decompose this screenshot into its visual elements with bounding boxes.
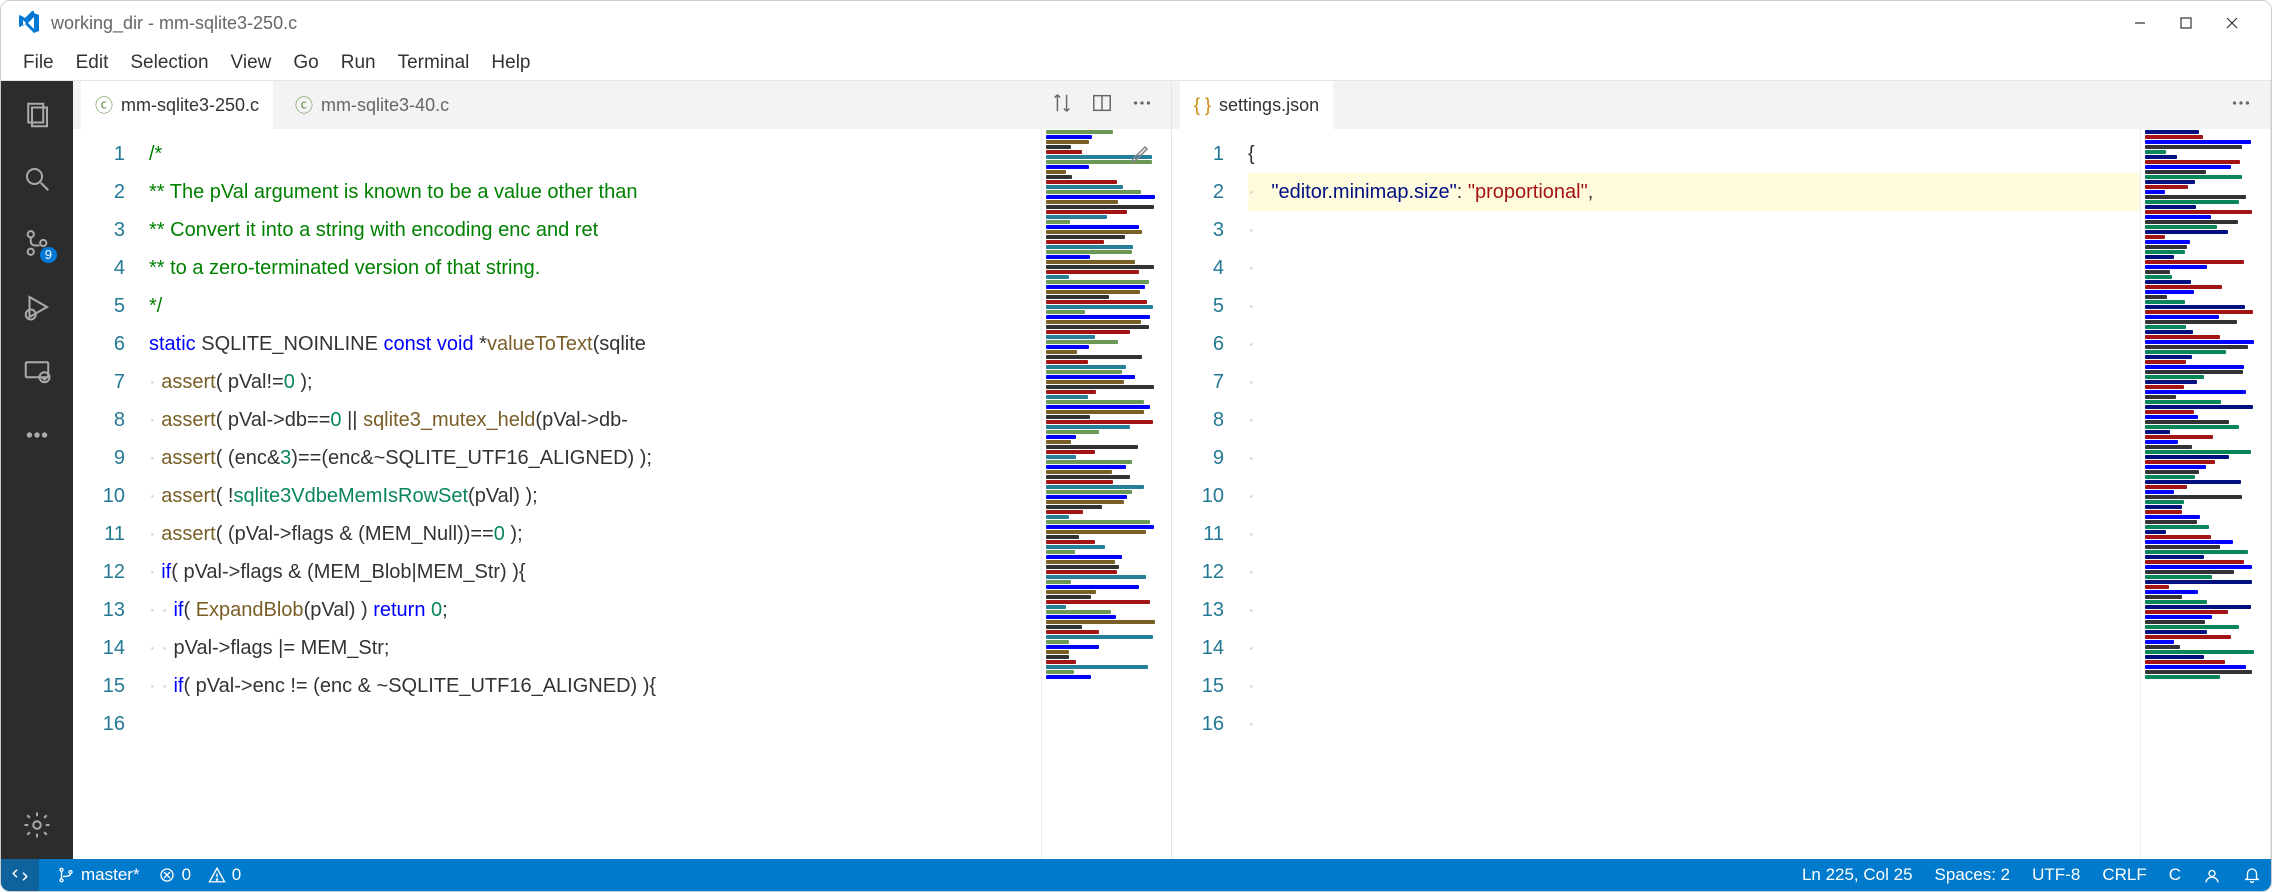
scm-badge: 9 (40, 247, 57, 263)
tab-label: mm-sqlite3-250.c (121, 95, 259, 116)
statusbar: master* 0 0 Ln 225, Col 25 Spaces: 2 UTF… (1, 859, 2271, 891)
c-file-icon: ⓒ (295, 92, 313, 118)
split-editor-icon[interactable] (1091, 92, 1113, 119)
vscode-logo-icon (17, 11, 41, 35)
problems-indicator[interactable]: 0 0 (158, 865, 242, 885)
main: 9 ⓒ mm-sqlite3-250.c ⓒ mm-sqlite3-4 (1, 81, 2271, 859)
search-icon[interactable] (15, 157, 59, 201)
indent-indicator[interactable]: Spaces: 2 (1935, 865, 2011, 885)
eol-indicator[interactable]: CRLF (2102, 865, 2146, 885)
maximize-button[interactable] (2163, 8, 2209, 38)
tab-mm-sqlite3-250[interactable]: ⓒ mm-sqlite3-250.c (81, 81, 273, 129)
remote-indicator[interactable] (1, 859, 39, 891)
code-editor-2[interactable]: 12345678910111213141516 {· "editor.minim… (1172, 129, 2270, 859)
code-2[interactable]: {· "editor.minimap.size": "proportional"… (1238, 129, 2140, 859)
activity-bar: 9 (1, 81, 73, 859)
more-icon[interactable] (15, 413, 59, 457)
c-file-icon: ⓒ (95, 92, 113, 118)
minimap-1[interactable] (1041, 129, 1171, 859)
tab-label: mm-sqlite3-40.c (321, 95, 449, 116)
bell-icon[interactable] (2243, 865, 2261, 885)
window: working_dir - mm-sqlite3-250.c File Edit… (0, 0, 2272, 892)
minimap-2[interactable] (2140, 129, 2270, 859)
encoding-indicator[interactable]: UTF-8 (2032, 865, 2080, 885)
compare-changes-icon[interactable] (1051, 92, 1073, 119)
menu-go[interactable]: Go (283, 48, 328, 78)
code-editor-1[interactable]: 12345678910111213141516 /*** The pVal ar… (73, 129, 1171, 859)
tabs-group-2: { } settings.json (1172, 81, 2270, 129)
menu-run[interactable]: Run (331, 48, 386, 78)
explorer-icon[interactable] (15, 93, 59, 137)
gutter-1: 12345678910111213141516 (73, 129, 139, 859)
branch-indicator[interactable]: master* (57, 865, 140, 885)
json-file-icon: { } (1194, 95, 1211, 116)
menu-terminal[interactable]: Terminal (388, 48, 480, 78)
tab-mm-sqlite3-40[interactable]: ⓒ mm-sqlite3-40.c (281, 81, 463, 129)
warning-count: 0 (232, 865, 241, 885)
window-title: working_dir - mm-sqlite3-250.c (51, 13, 297, 34)
editor-group-1: ⓒ mm-sqlite3-250.c ⓒ mm-sqlite3-40.c (73, 81, 1172, 859)
run-debug-icon[interactable] (15, 285, 59, 329)
more-actions-icon[interactable] (2230, 92, 2252, 119)
menu-edit[interactable]: Edit (66, 48, 119, 78)
code-1[interactable]: /*** The pVal argument is known to be a … (139, 129, 1041, 859)
settings-gear-icon[interactable] (15, 803, 59, 847)
feedback-icon[interactable] (2203, 865, 2221, 885)
language-indicator[interactable]: C (2169, 865, 2181, 885)
tabs-group-1: ⓒ mm-sqlite3-250.c ⓒ mm-sqlite3-40.c (73, 81, 1171, 129)
menubar: File Edit Selection View Go Run Terminal… (1, 45, 2271, 81)
error-count: 0 (182, 865, 191, 885)
editor-group-2: { } settings.json 1234567891011121314151… (1172, 81, 2271, 859)
branch-name: master* (81, 865, 140, 885)
titlebar: working_dir - mm-sqlite3-250.c (1, 1, 2271, 45)
more-actions-icon[interactable] (1131, 92, 1153, 119)
modified-pencil-icon (1129, 141, 1153, 170)
minimize-button[interactable] (2117, 8, 2163, 38)
tab-settings-json[interactable]: { } settings.json (1180, 81, 1333, 129)
source-control-icon[interactable]: 9 (15, 221, 59, 265)
editor-groups: ⓒ mm-sqlite3-250.c ⓒ mm-sqlite3-40.c (73, 81, 2271, 859)
menu-help[interactable]: Help (481, 48, 540, 78)
menu-selection[interactable]: Selection (120, 48, 218, 78)
menu-view[interactable]: View (221, 48, 282, 78)
gutter-2: 12345678910111213141516 (1172, 129, 1238, 859)
close-button[interactable] (2209, 8, 2255, 38)
tab-label: settings.json (1219, 95, 1319, 116)
remote-explorer-icon[interactable] (15, 349, 59, 393)
menu-file[interactable]: File (13, 48, 64, 78)
cursor-position[interactable]: Ln 225, Col 25 (1802, 865, 1913, 885)
